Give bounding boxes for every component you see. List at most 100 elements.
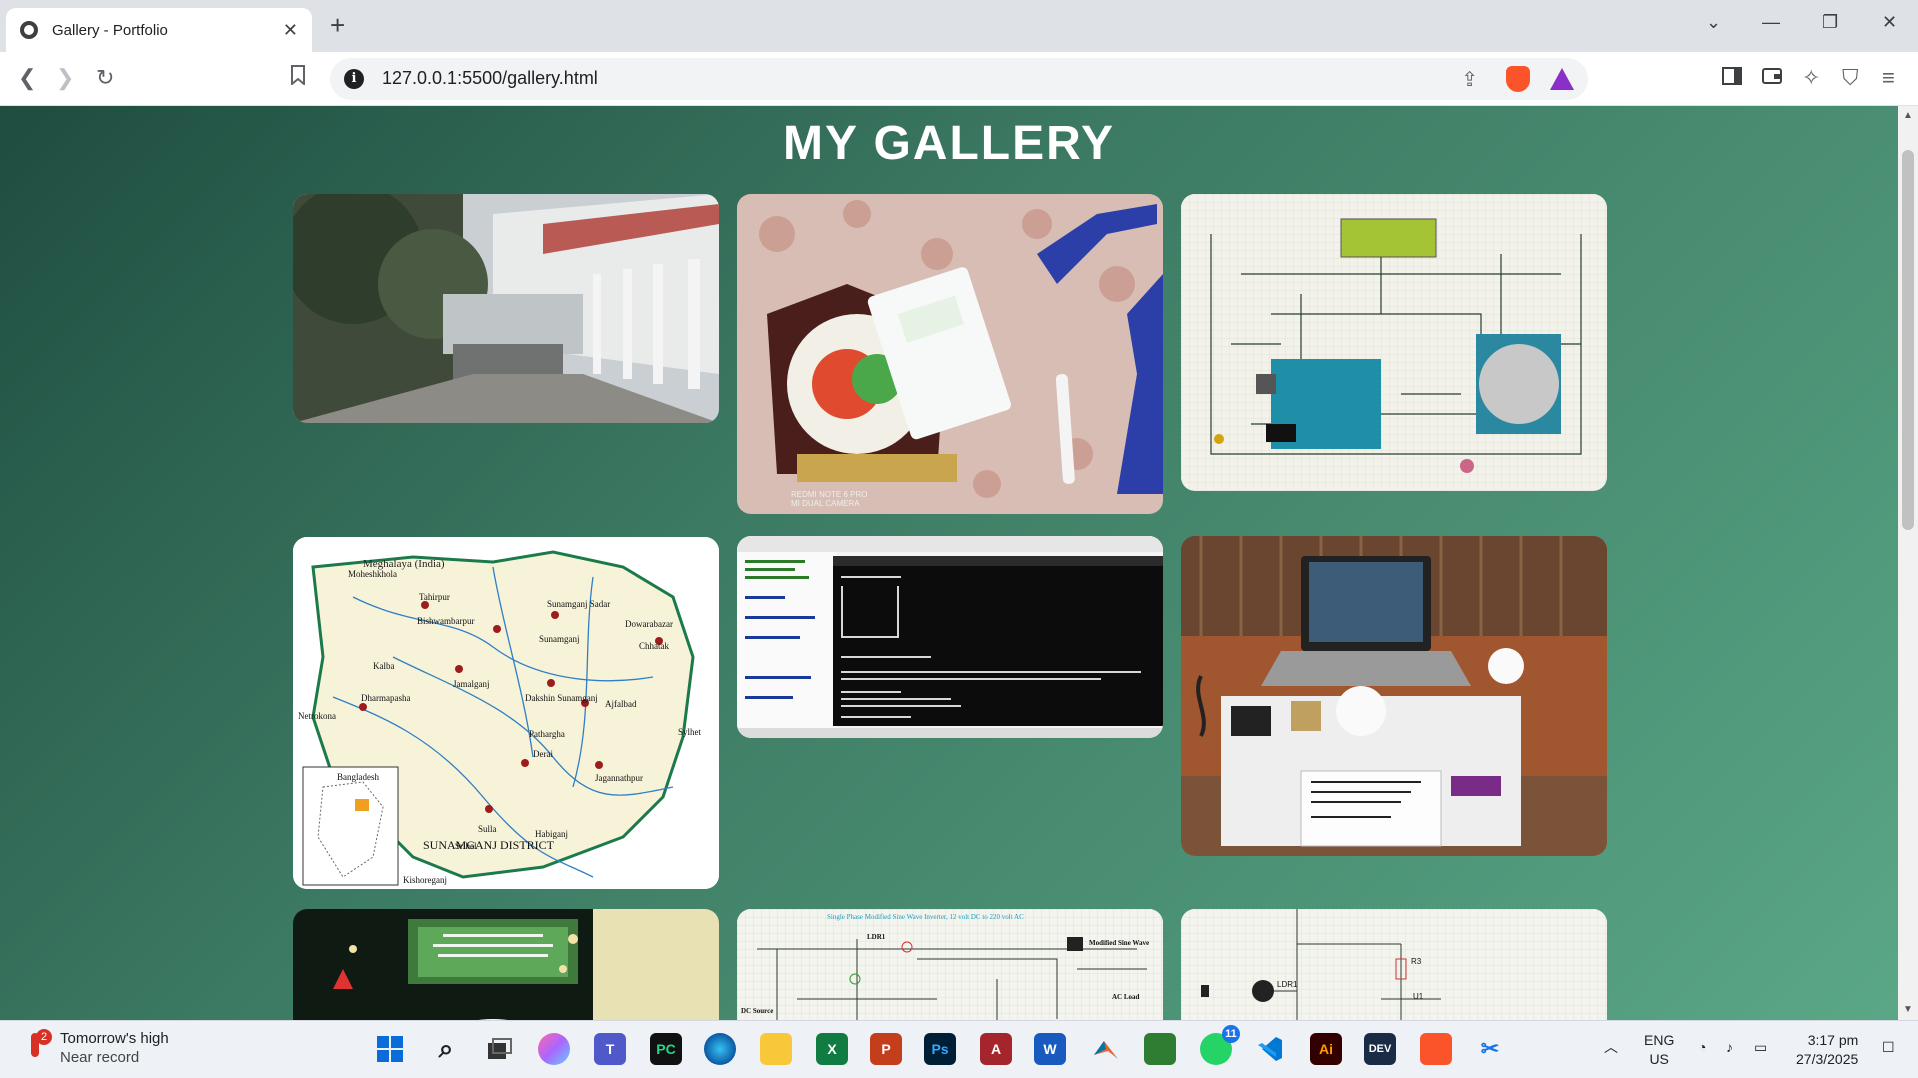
photoshop-icon[interactable]: Ps: [924, 1033, 956, 1065]
scroll-thumb[interactable]: [1902, 150, 1914, 530]
minimize-icon[interactable]: —: [1762, 12, 1780, 33]
map-place-label: Dharmapasha: [361, 693, 410, 703]
illustrator-icon[interactable]: Ai: [1310, 1033, 1342, 1065]
circuit-label: U1: [1413, 992, 1424, 1001]
pycharm-icon[interactable]: PC: [650, 1033, 682, 1065]
tab-search-icon[interactable]: ⌄: [1706, 12, 1721, 33]
gallery-image-inverter-project[interactable]: [1181, 536, 1607, 856]
gallery-page: MY GALLERY REDMI NOTE 6 PRO MI DUAL CAME…: [0, 106, 1898, 1020]
map-place-label: Kishoreganj: [403, 875, 447, 885]
gallery-image-sunamganj-map[interactable]: Meghalaya (India) SUNAMGANJ DISTRICT Tah…: [293, 537, 719, 889]
gallery-image-sine-wave-circuit[interactable]: Single Phase Modified Sine Wave Inverter…: [737, 909, 1163, 1020]
proteus-icon[interactable]: [1144, 1033, 1176, 1065]
input-language[interactable]: ENG US: [1644, 1031, 1674, 1069]
whatsapp-icon[interactable]: 11: [1200, 1025, 1240, 1065]
language-code: ENG: [1644, 1032, 1675, 1048]
menu-icon[interactable]: ≡: [1882, 65, 1895, 91]
map-place-label: Pathargha: [529, 729, 565, 739]
map-label-district: SUNAMGANJ DISTRICT: [423, 838, 555, 852]
globe-icon: [20, 21, 38, 39]
excel-icon[interactable]: X: [816, 1033, 848, 1065]
share-icon[interactable]: ⇪: [1461, 67, 1478, 92]
map-place-label: Kalba: [373, 661, 395, 671]
map-place-label: Chhatak: [639, 641, 669, 651]
language-region: US: [1649, 1051, 1669, 1067]
map-place-label: Srihel: [455, 841, 477, 851]
leo-ai-icon[interactable]: ✧: [1802, 65, 1820, 91]
search-icon[interactable]: ⌕: [430, 1033, 462, 1065]
map-place-label: Netrokona: [298, 711, 336, 721]
map-place-label: Sulla: [478, 824, 497, 834]
weather-widget[interactable]: 2 Tomorrow's high Near record: [24, 1029, 169, 1067]
back-icon[interactable]: ❮: [18, 65, 36, 91]
reload-icon[interactable]: ↻: [96, 65, 114, 91]
gallery-image-college-building[interactable]: [293, 194, 719, 423]
snipping-tool-icon[interactable]: ✂: [1474, 1033, 1506, 1065]
edge-icon[interactable]: [704, 1033, 736, 1065]
start-icon[interactable]: [374, 1033, 406, 1065]
forward-icon[interactable]: ❯: [56, 65, 74, 91]
vscode-icon[interactable]: [1254, 1033, 1286, 1065]
bookmark-icon[interactable]: [290, 65, 306, 91]
weather-title: Tomorrow's high: [60, 1030, 169, 1047]
brave-shields-icon[interactable]: [1506, 66, 1530, 92]
sidebar-icon[interactable]: [1722, 65, 1742, 91]
restore-icon[interactable]: ❐: [1822, 12, 1838, 33]
brave-rewards-icon[interactable]: [1550, 68, 1574, 90]
circuit-title: Single Phase Modified Sine Wave Inverter…: [827, 913, 1024, 921]
word-icon[interactable]: W: [1034, 1033, 1066, 1065]
map-place-label: Tahirpur: [419, 592, 450, 602]
access-icon[interactable]: A: [980, 1033, 1012, 1065]
volume-icon[interactable]: ♪: [1726, 1039, 1733, 1055]
new-tab-button[interactable]: +: [330, 10, 345, 40]
page-scrollbar[interactable]: ▲ ▼: [1898, 106, 1918, 1020]
task-view-icon[interactable]: [484, 1033, 516, 1065]
tray-expand-icon[interactable]: ︿: [1604, 1037, 1618, 1057]
scroll-down-icon[interactable]: ▼: [1903, 1004, 1913, 1015]
circuit-label: DC Source: [741, 1007, 773, 1015]
circuit-label: LDR1: [867, 933, 886, 941]
battery-icon[interactable]: ▭: [1754, 1039, 1767, 1056]
browser-tab[interactable]: Gallery - Portfolio ✕: [6, 8, 312, 52]
file-explorer-icon[interactable]: [760, 1033, 792, 1065]
address-bar[interactable]: i 127.0.0.1:5500/gallery.html ⇪: [330, 58, 1588, 100]
map-place-label: Moheshkhola: [348, 569, 397, 579]
system-clock[interactable]: 3:17 pm 27/3/2025: [1796, 1031, 1858, 1069]
navigation-bar: ❮ ❯ ↻ i 127.0.0.1:5500/gallery.html ⇪ ✧ …: [0, 52, 1918, 106]
copilot-icon[interactable]: [538, 1033, 570, 1065]
notification-icon[interactable]: ☐: [1882, 1039, 1895, 1056]
devcpp-icon[interactable]: DEV: [1364, 1033, 1396, 1065]
powerpoint-icon[interactable]: P: [870, 1033, 902, 1065]
url-text[interactable]: 127.0.0.1:5500/gallery.html: [382, 68, 598, 89]
wallet-icon[interactable]: [1762, 65, 1782, 91]
map-place-label: Dakshin Sunamganj: [525, 693, 598, 703]
circuit-label: LDR1: [1277, 980, 1298, 989]
thermometer-icon: 2: [24, 1029, 52, 1065]
map-place-label: Ajfalbad: [605, 699, 637, 709]
gallery-image-award-id-card[interactable]: REDMI NOTE 6 PRO MI DUAL CAMERA: [737, 194, 1163, 514]
clock-date: 27/3/2025: [1796, 1051, 1859, 1067]
matlab-icon[interactable]: [1090, 1033, 1122, 1065]
vpn-shield-icon[interactable]: ⛉: [1842, 65, 1859, 91]
wifi-icon[interactable]: ◔: [1698, 1039, 1706, 1055]
gallery-image-farewell-event[interactable]: [293, 909, 719, 1020]
gallery-image-arduino-circuit[interactable]: [1181, 194, 1607, 491]
map-place-label: Jamalganj: [453, 679, 490, 689]
weather-badge: 2: [36, 1029, 52, 1045]
map-place-label: Sunamganj Sadar: [547, 599, 610, 609]
close-window-icon[interactable]: ✕: [1882, 12, 1897, 33]
teams-icon[interactable]: T: [594, 1033, 626, 1065]
weather-subtitle: Near record: [60, 1049, 140, 1066]
map-place-label: Bishwambarpur: [417, 616, 475, 626]
whatsapp-badge: 11: [1222, 1025, 1240, 1043]
gallery-image-code-editor[interactable]: [737, 536, 1163, 738]
page-title: MY GALLERY: [782, 117, 1116, 170]
scroll-up-icon[interactable]: ▲: [1903, 110, 1913, 121]
site-info-icon[interactable]: i: [344, 69, 364, 89]
brave-icon[interactable]: [1420, 1033, 1452, 1065]
circuit-label: R3: [1411, 957, 1422, 966]
camera-watermark: REDMI NOTE 6 PRO MI DUAL CAMERA: [791, 490, 868, 508]
close-tab-icon[interactable]: ✕: [283, 20, 298, 41]
gallery-image-ldr-circuit[interactable]: LDR1 R3 U1: [1181, 909, 1607, 1020]
map-place-label: Sylhet: [678, 727, 702, 737]
